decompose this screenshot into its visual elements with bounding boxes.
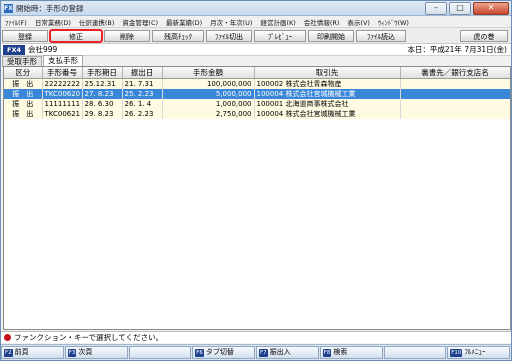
fkey-next-page[interactable]: F3 次頁 [64,346,128,359]
cell-note-no: TKC00621 [42,109,83,119]
menu-funds[interactable]: 資金管理(C) [118,17,162,27]
close-button[interactable]: ✕ [473,1,509,15]
cell-amount: 1,000,000 [162,99,255,109]
app-icon: FX [4,3,13,13]
menu-plan[interactable]: 経営計画(K) [256,17,299,27]
function-key-bar: F2 前頁 F3 次頁 F6 タブ切替 F7 振出入 F8 検索 F10 ﾌﾙﾒﾆｭｰ [1,344,511,360]
fkey-number: F6 [195,348,204,357]
col-amount[interactable]: 手形金額 [162,67,255,79]
fkey-issue-receive[interactable]: F7 振出入 [256,346,319,359]
app-window: FX 開始時：手形の登録 – □ ✕ ﾌｧｲﾙ(F) 日常業務(D) 仕訳連携(… [0,0,512,361]
cell-bank [400,109,510,119]
fkey-number: F10 [450,348,463,357]
status-bar: ファンクション・キーで選択してください。 [1,331,511,343]
cell-partner: 100002 株式会社青森物産 [254,78,401,89]
table-row[interactable]: 振 出 22222222 25.12.31 21. 7.31 100,000,0… [4,78,510,89]
table-row[interactable]: 振 出 11111111 28. 6.30 26. 1. 4 1,000,000… [4,99,510,109]
minimize-button[interactable]: – [425,1,447,15]
fkey-label: 次頁 [78,348,93,356]
fkey-prev-page[interactable]: F2 前頁 [1,346,64,359]
menu-file[interactable]: ﾌｧｲﾙ(F) [1,17,31,27]
cell-bank [400,89,510,99]
cell-due-date: 27. 8.23 [82,89,123,99]
fkey-full-menu[interactable]: F10 ﾌﾙﾒﾆｭｰ [447,346,510,359]
menu-monthly[interactable]: 月次・年次(U) [206,17,256,27]
title-bar: FX 開始時：手形の登録 – □ ✕ [1,1,511,16]
status-message: ファンクション・キーで選択してください。 [14,333,164,342]
table-row-selected[interactable]: 振 出 TKC00620 27. 8.23 25. 2.23 5,000,000… [4,89,510,99]
fkey-tab-switch[interactable]: F6 タブ切替 [192,346,255,359]
cell-bank [400,99,510,109]
fkey-number: F3 [67,348,77,357]
cell-note-no: 11111111 [42,99,83,109]
window-title: 開始時：手形の登録 [16,3,84,13]
info-icon [4,334,11,341]
fkey-label: 検索 [333,348,348,356]
maximize-button[interactable]: □ [449,1,471,15]
company-name: 会社999 [27,45,58,54]
help-button[interactable]: 虎の巻 [460,29,508,42]
cell-issue-date: 21. 7.31 [122,78,163,89]
cell-note-no: 22222222 [42,78,83,89]
balance-check-button[interactable]: 残高ﾁｪｯｸ [152,29,204,42]
cell-issue-date: 26. 1. 4 [122,99,163,109]
cell-amount: 100,000,000 [162,78,255,89]
cell-partner: 100004 株式会社宮城機械工業 [254,109,401,119]
cell-due-date: 29. 8.23 [82,109,123,119]
cell-amount: 2,750,000 [162,109,255,119]
col-partner[interactable]: 取引先 [254,67,401,79]
fkey-label: 前頁 [14,348,29,356]
function-toolbar: 登録 修正 削除 残高ﾁｪｯｸ ﾌｧｲﾙ切出 ﾌﾟﾚﾋﾞｭｰ 印刷開始 ﾌｧｲﾙ… [1,28,511,44]
cell-partner: 100004 株式会社宮城機械工業 [254,89,401,99]
cell-partner: 100001 北海道商事株式会社 [254,99,401,109]
preview-button[interactable]: ﾌﾟﾚﾋﾞｭｰ [254,29,306,42]
notes-table: 区分 手形番号 手形期日 振出日 手形金額 取引先 裏書先／銀行支店名 振 出 … [4,67,510,119]
menu-company[interactable]: 会社情報(R) [300,17,344,27]
today-date: 本日：平成21年 7月31日(金) [407,45,507,54]
col-bank[interactable]: 裏書先／銀行支店名 [400,67,510,79]
table-header: 区分 手形番号 手形期日 振出日 手形金額 取引先 裏書先／銀行支店名 [4,67,510,79]
fkey-search[interactable]: F8 検索 [319,346,383,359]
cell-kbn: 振 出 [4,109,43,119]
menu-window[interactable]: ｳｨﾝﾄﾞｳ(W) [374,17,413,27]
cell-amount: 5,000,000 [162,89,255,99]
register-button[interactable]: 登録 [2,29,48,42]
cell-kbn: 振 出 [4,99,43,109]
print-start-button[interactable]: 印刷開始 [308,29,354,42]
fkey-empty[interactable] [128,346,192,359]
fkey-number: F7 [259,348,268,357]
delete-button[interactable]: 削除 [104,29,150,42]
col-due-date[interactable]: 手形期日 [82,67,123,79]
cell-bank [400,78,510,89]
file-import-button[interactable]: ﾌｧｲﾙ読込 [356,29,406,42]
cell-kbn: 振 出 [4,89,43,99]
fkey-label: ﾌﾙﾒﾆｭｰ [464,348,486,356]
cell-note-no: TKC00620 [42,89,83,99]
menu-performance[interactable]: 最新業績(D) [162,17,206,27]
cell-due-date: 28. 6.30 [82,99,123,109]
cell-kbn: 振 出 [4,78,43,89]
cell-issue-date: 25. 2.23 [122,89,163,99]
menu-daily[interactable]: 日常業務(D) [31,17,75,27]
file-export-button[interactable]: ﾌｧｲﾙ切出 [206,29,252,42]
fkey-label: タブ切替 [205,348,234,356]
table-row[interactable]: 振 出 TKC00621 29. 8.23 26. 2.23 2,750,000… [4,109,510,119]
fkey-empty[interactable] [383,346,447,359]
fkey-number: F8 [322,348,332,357]
fkey-label: 振出入 [269,348,291,356]
fkey-number: F2 [4,348,13,357]
menu-bar: ﾌｧｲﾙ(F) 日常業務(D) 仕訳連携(B) 資金管理(C) 最新業績(D) … [1,16,511,28]
menu-journal[interactable]: 仕訳連携(B) [75,17,119,27]
fx-tag: FX4 [3,44,25,55]
edit-button[interactable]: 修正 [49,28,103,43]
col-kbn[interactable]: 区分 [4,67,43,79]
menu-view[interactable]: 表示(V) [343,17,374,27]
notes-grid[interactable]: 区分 手形番号 手形期日 振出日 手形金額 取引先 裏書先／銀行支店名 振 出 … [3,66,511,330]
cell-due-date: 25.12.31 [82,78,123,89]
col-note-no[interactable]: 手形番号 [42,67,83,79]
cell-issue-date: 26. 2.23 [122,109,163,119]
col-issue-date[interactable]: 振出日 [122,67,163,79]
